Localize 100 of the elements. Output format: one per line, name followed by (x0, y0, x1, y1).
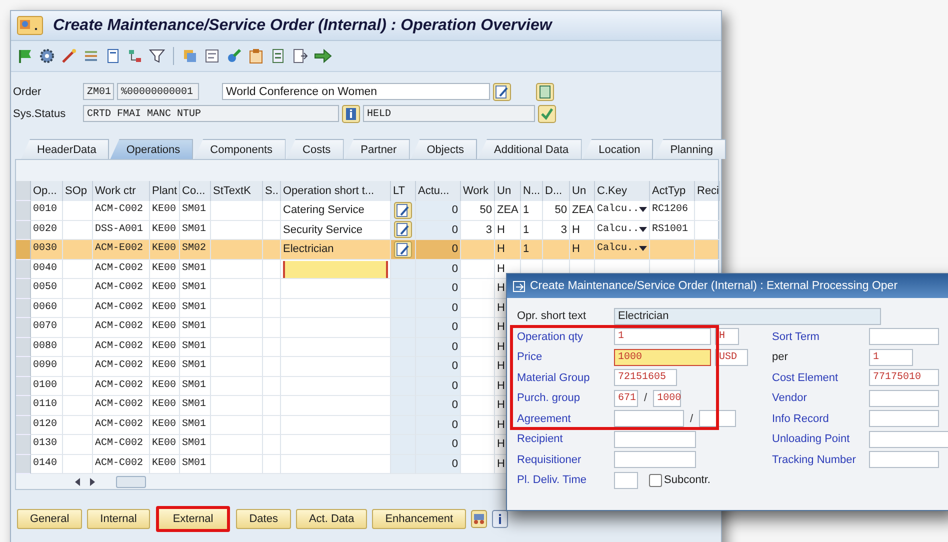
tab-button[interactable]: Internal (87, 509, 150, 529)
scrollbar-thumb[interactable] (116, 476, 146, 488)
row-selector[interactable] (16, 357, 31, 376)
tab-button[interactable]: Act. Data (296, 509, 368, 529)
row-selector[interactable] (16, 376, 31, 396)
input-field[interactable] (614, 472, 638, 489)
table-cell: 0 (416, 279, 461, 298)
input-field[interactable]: 1 (869, 348, 913, 366)
window-title: Create Maintenance/Service Order (Internal) : Operation Overview (53, 16, 552, 34)
wand-icon[interactable] (61, 48, 77, 64)
info-icon[interactable] (492, 510, 508, 528)
input-field[interactable]: USD (715, 348, 748, 366)
edit-icon[interactable] (394, 221, 412, 238)
table-cell: 0 (416, 454, 461, 474)
row-selector[interactable] (16, 298, 31, 318)
checkbox[interactable] (649, 474, 662, 487)
tab-button[interactable]: General (17, 509, 82, 529)
field-label: Sort Term (771, 330, 820, 343)
row-selector[interactable] (16, 220, 31, 240)
row-selector[interactable] (16, 318, 31, 338)
tab[interactable]: Objects (410, 139, 478, 159)
edit-icon[interactable] (394, 240, 412, 258)
window-icon (513, 280, 525, 292)
tab-button[interactable]: Dates (236, 509, 291, 529)
flag-icon[interactable] (17, 48, 33, 64)
row-selector[interactable] (16, 201, 31, 220)
stack-icon[interactable] (182, 48, 198, 64)
checkbox-label: Subcontr. (664, 474, 710, 486)
row-selector[interactable] (16, 416, 31, 435)
window-menu-icon[interactable] (17, 16, 43, 35)
tab-button[interactable]: External (156, 506, 230, 532)
order-type-field[interactable]: ZM01 (83, 83, 114, 100)
table-cell: 0 (416, 260, 461, 279)
input-field[interactable] (614, 451, 696, 468)
tab[interactable]: Operations (110, 139, 194, 159)
row-selector[interactable] (16, 396, 31, 416)
pen-icon[interactable] (226, 48, 242, 64)
gear-icon[interactable] (39, 48, 55, 64)
table-row[interactable]: 0020 DSS-A001 KE00 SM01 Security Service 0 3 H 1 3 H Calcu.. RS1001 (16, 220, 718, 240)
input-field[interactable]: 1000 (614, 348, 711, 366)
row-selector[interactable] (16, 338, 31, 357)
document-icon[interactable] (105, 48, 121, 64)
row-selector[interactable] (16, 435, 31, 454)
scroll-left-icon[interactable] (74, 478, 82, 486)
clipboard-icon[interactable] (248, 48, 264, 64)
info-icon[interactable] (342, 104, 360, 122)
transport-icon[interactable] (471, 510, 488, 528)
field-label: Sys.Status (13, 108, 67, 120)
notepad-icon[interactable] (204, 48, 220, 64)
input-field[interactable]: 1000 (653, 390, 682, 407)
row-selector[interactable] (16, 260, 31, 279)
order-number-field[interactable]: %00000000001 (117, 83, 199, 100)
tab[interactable]: Components (194, 139, 286, 159)
input-field[interactable] (614, 430, 696, 448)
network-icon[interactable] (127, 48, 143, 64)
caret-icon (639, 246, 647, 252)
select-all-cell[interactable] (16, 181, 31, 201)
field-label: Unloading Point (771, 433, 851, 446)
table-row[interactable]: 0030 ACM-E002 KE00 SM02 Electrician 0 H 1 H Calcu.. (16, 240, 718, 260)
input-field[interactable] (699, 410, 736, 428)
tab[interactable]: Costs (286, 139, 344, 159)
checkmark-icon[interactable] (538, 104, 556, 122)
input-field[interactable] (869, 390, 939, 407)
separator-text: / (690, 412, 694, 425)
description-field[interactable]: World Conference on Women (222, 83, 490, 100)
tab[interactable]: Additional Data (478, 139, 582, 159)
input-field[interactable]: 72151605 (614, 369, 677, 386)
arrow-right-icon[interactable] (314, 48, 332, 64)
row-selector[interactable] (16, 240, 31, 260)
table-cell: 0 (416, 298, 461, 318)
table-row[interactable]: 0010 ACM-C002 KE00 SM01 Catering Service 0 50 ZEA 1 50 ZEA Calcu.. RC1206 (16, 201, 718, 220)
input-field[interactable] (614, 410, 684, 428)
row-selector[interactable] (16, 454, 31, 474)
table-cell: 0 (416, 240, 461, 260)
text-input-field[interactable] (283, 260, 388, 278)
tab[interactable]: HeaderData (21, 139, 110, 159)
page-arrow-icon[interactable] (292, 48, 308, 64)
input-field[interactable] (869, 410, 939, 428)
table-cell: 0 (416, 201, 461, 220)
field-label: Cost Element (771, 372, 840, 384)
field-label: Order (13, 86, 42, 98)
row-selector[interactable] (16, 279, 31, 298)
tab[interactable]: Partner (344, 139, 410, 159)
list-icon[interactable] (83, 48, 99, 64)
edit-icon[interactable] (493, 82, 511, 100)
funnel-icon[interactable] (149, 48, 165, 64)
tab[interactable]: Planning (654, 139, 726, 159)
sheet-icon[interactable] (270, 48, 286, 64)
input-field[interactable]: 77175010 (869, 369, 939, 386)
edit-icon[interactable] (394, 202, 412, 219)
input-field[interactable] (869, 451, 939, 468)
scroll-right-icon[interactable] (88, 478, 96, 486)
tab[interactable]: Location (582, 139, 654, 159)
system-status-field: CRTD FMAI MANC NTUP (83, 105, 339, 122)
input-field[interactable]: 1 (614, 328, 711, 346)
input-field[interactable]: 671 (614, 390, 638, 407)
document-icon[interactable] (536, 82, 554, 100)
tab-button[interactable]: Enhancement (372, 509, 466, 529)
input-field[interactable] (869, 328, 939, 346)
input-field[interactable] (869, 430, 948, 448)
